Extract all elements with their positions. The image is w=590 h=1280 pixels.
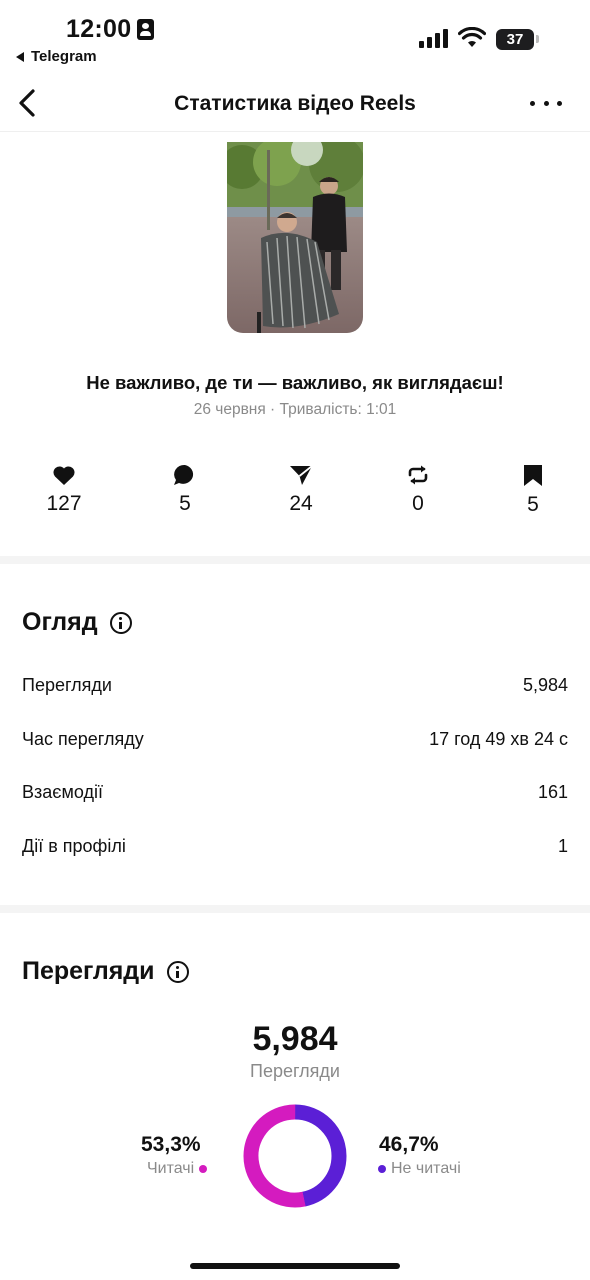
row-label: Час перегляду <box>22 729 144 749</box>
heart-icon <box>53 466 75 485</box>
shares-count: 24 <box>289 492 313 515</box>
saves-stat: 5 <box>503 464 563 517</box>
row-value: 17 год 49 хв 24 с <box>429 729 568 749</box>
reel-meta: 26 червня · Тривалість: 1:01 <box>193 401 397 418</box>
overview-section-title: Огляд <box>22 608 132 637</box>
info-icon[interactable] <box>109 611 132 634</box>
back-triangle-icon <box>16 51 24 62</box>
shares-stat: 24 <box>271 464 331 516</box>
comments-stat: 5 <box>155 464 215 516</box>
views-caption: Перегляди <box>250 1061 340 1081</box>
row-value: 1 <box>557 836 568 856</box>
reel-title: Не важливо, де ти — важливо, як виглядає… <box>86 372 504 393</box>
nav-bar: Статистика відео Reels <box>0 76 590 132</box>
row-label: Перегляди <box>22 675 112 695</box>
id-card-icon <box>137 19 154 40</box>
info-icon[interactable] <box>166 960 189 983</box>
non-followers-dot <box>378 1165 386 1173</box>
views-donut-chart <box>243 1104 347 1208</box>
likes-stat: 127 <box>34 464 94 516</box>
section-divider <box>0 905 590 913</box>
comments-count: 5 <box>179 492 191 515</box>
bookmark-icon <box>524 465 542 486</box>
row-value: 161 <box>537 782 568 802</box>
overview-row-profile-actions: Дії в профілі 1 <box>22 836 568 857</box>
repost-icon <box>408 465 428 485</box>
home-indicator <box>190 1263 400 1269</box>
followers-legend: Читачі <box>147 1160 208 1178</box>
overview-row-views: Перегляди 5,984 <box>22 675 568 696</box>
cellular-signal-icon <box>419 28 449 48</box>
followers-label: Читачі <box>147 1160 195 1177</box>
back-app-label: Telegram <box>31 48 97 65</box>
reposts-stat: 0 <box>388 464 448 516</box>
followers-percent: 53,3% <box>141 1133 201 1156</box>
battery-icon: 37 <box>496 29 534 50</box>
saves-count: 5 <box>527 493 539 516</box>
reel-thumbnail[interactable] <box>227 142 363 333</box>
overview-row-interactions: Взаємодії 161 <box>22 782 568 803</box>
share-icon <box>290 465 313 485</box>
page-title: Статистика відео Reels <box>174 92 416 115</box>
non-followers-legend: Не читачі <box>378 1160 461 1178</box>
followers-dot <box>199 1165 208 1173</box>
battery-tip <box>536 35 539 43</box>
likes-count: 127 <box>46 492 82 515</box>
status-bar: 12:00 Telegram 37 <box>0 0 590 70</box>
row-label: Взаємодії <box>22 782 103 802</box>
section-divider <box>0 556 590 564</box>
non-followers-percent: 46,7% <box>379 1133 439 1156</box>
non-followers-label: Не читачі <box>391 1160 461 1177</box>
comment-icon <box>174 464 194 485</box>
overview-row-watch-time: Час перегляду 17 год 49 хв 24 с <box>22 729 568 750</box>
more-options-icon[interactable] <box>530 92 562 114</box>
clock: 12:00 <box>66 15 132 43</box>
row-value: 5,984 <box>522 675 568 695</box>
reposts-count: 0 <box>412 492 424 515</box>
views-title: Перегляди <box>22 957 155 985</box>
views-section-title: Перегляди <box>22 957 189 986</box>
overview-title: Огляд <box>22 608 98 636</box>
row-label: Дії в профілі <box>22 836 126 856</box>
wifi-icon <box>458 27 486 47</box>
back-to-app-link[interactable]: Telegram <box>16 48 97 65</box>
views-total: 5,984 <box>252 1020 338 1058</box>
